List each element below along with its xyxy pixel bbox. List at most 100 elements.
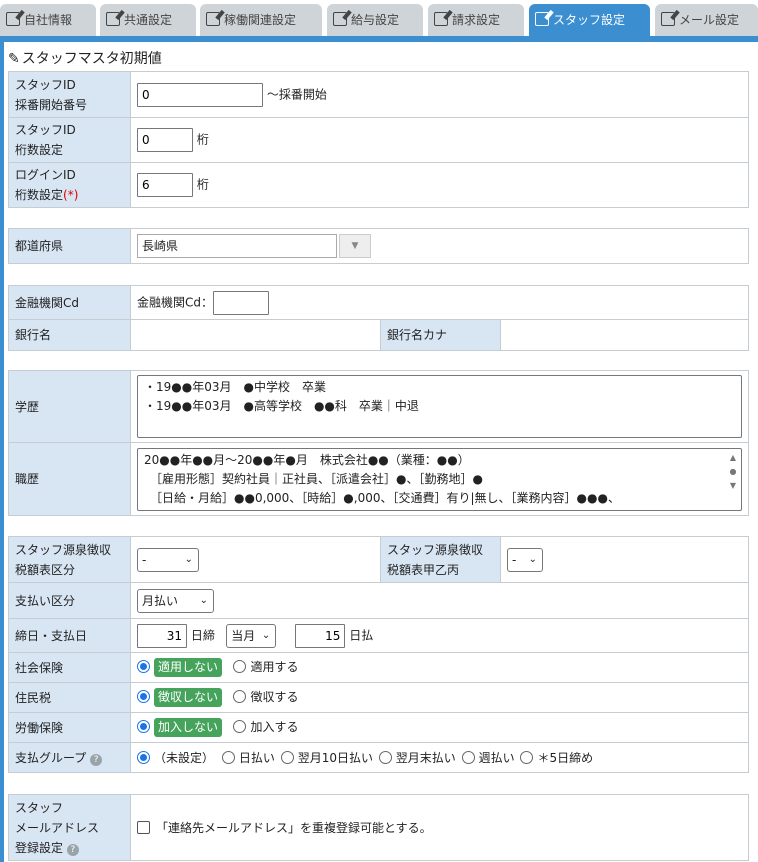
edit-icon (206, 12, 220, 26)
resident-tax-option-yes[interactable]: 徴収する (250, 690, 298, 704)
labor-insurance-option-no[interactable]: 加入しない (154, 718, 223, 737)
closing-day-input[interactable] (137, 623, 187, 648)
scroll-down-icon[interactable]: ▼ (727, 479, 739, 493)
scroll-up-icon[interactable]: ▲ (727, 451, 739, 465)
social-insurance-radio-yes[interactable] (233, 660, 247, 673)
tab-billing-settings[interactable]: 請求設定 (428, 4, 524, 36)
left-accent-bar (0, 36, 4, 862)
labor-insurance-label: 労働保険 (8, 712, 131, 743)
closing-label: 締日・支払日 (8, 618, 131, 653)
login-id-digits-suffix: 桁 (196, 177, 209, 192)
pay-group-radio[interactable] (378, 751, 392, 764)
education-label: 学歴 (8, 370, 131, 443)
edit-icon (661, 12, 675, 26)
history-table: 学歴 ・19●●年03月 ●中学校 卒業 ・19●●年03月 ●高等学校 ●●科 … (8, 370, 749, 516)
chevron-down-icon: ▼ (351, 241, 359, 251)
tax-table-select[interactable]: - ⌄ (507, 547, 543, 572)
social-insurance-label: 社会保険 (8, 652, 131, 683)
career-textarea[interactable]: 20●●年●●月～20●●年●月 株式会社●●（業種：●●） ［雇用形態］契約社… (137, 447, 742, 511)
login-id-digits-input[interactable] (137, 173, 193, 197)
resident-tax-radio-no[interactable] (137, 690, 150, 703)
staff-id-start-input[interactable] (137, 82, 263, 107)
staff-mail-label: スタッフ メールアドレス 登録設定 ? (8, 794, 131, 861)
social-insurance-option-no[interactable]: 適用しない (154, 658, 223, 677)
prefecture-dropdown-button[interactable]: ▼ (339, 234, 371, 258)
closing-day-suffix: 日締 (190, 628, 215, 642)
pay-group-option[interactable]: 翌月末払い (396, 751, 456, 765)
bank-table: 金融機関Cd 金融機関Cd： 銀行名 銀行名カナ (8, 285, 749, 351)
help-icon[interactable]: ? (90, 753, 103, 766)
prefecture-select[interactable]: 長崎県 (137, 234, 337, 258)
pay-group-radio[interactable] (520, 751, 534, 764)
chevron-down-icon: ⌄ (261, 629, 271, 641)
career-label: 職歴 (8, 442, 131, 516)
resident-tax-option-no[interactable]: 徴収しない (154, 688, 223, 707)
tab-mail-settings[interactable]: メール設定 (655, 4, 758, 36)
payment-day-input[interactable] (295, 623, 346, 648)
staff-id-start-label: スタッフID 採番開始番号 (8, 71, 131, 118)
tax-class-label: スタッフ源泉徴収 税額表区分 (8, 536, 131, 583)
edit-icon (106, 12, 120, 26)
labor-insurance-radio-no[interactable] (137, 720, 150, 733)
resident-tax-label: 住民税 (8, 682, 131, 713)
bank-kana-label: 銀行名カナ (380, 319, 501, 351)
staff-id-digits-label: スタッフID 桁数設定 (8, 117, 131, 163)
pay-group-option[interactable]: （未設定） (154, 751, 214, 765)
education-textarea[interactable]: ・19●●年03月 ●中学校 卒業 ・19●●年03月 ●高等学校 ●●科 卒業｜… (137, 375, 742, 438)
bank-kana-value (500, 319, 749, 351)
tab-operation-settings[interactable]: 稼働関連設定 (200, 4, 322, 36)
payment-type-select[interactable]: 月払い ⌄ (137, 588, 214, 613)
chevron-down-icon: ⌄ (199, 594, 208, 606)
pay-group-radio[interactable] (461, 751, 475, 764)
staff-id-digits-input[interactable] (137, 128, 193, 152)
staff-mail-table: スタッフ メールアドレス 登録設定 ? 「連絡先メールアドレス」を重複登録可能とする… (8, 794, 749, 861)
bank-code-label: 金融機関Cd (8, 285, 131, 320)
duplicate-email-checkbox[interactable] (137, 821, 150, 834)
payment-day-suffix: 日払 (349, 628, 374, 642)
scroll-thumb-icon[interactable]: ● (727, 465, 739, 479)
social-insurance-option-yes[interactable]: 適用する (250, 660, 298, 674)
bank-code-inline-label: 金融機関Cd： (137, 295, 213, 309)
pay-group-radio[interactable] (280, 751, 294, 764)
edit-icon (6, 12, 20, 26)
pay-group-radio[interactable] (137, 751, 150, 764)
social-insurance-radio-no[interactable] (137, 660, 150, 673)
pay-group-option[interactable]: 週払い (479, 751, 515, 765)
tax-class-select[interactable]: - ⌄ (137, 547, 199, 572)
tax-table-label: スタッフ源泉徴収 税額表甲乙丙 (380, 536, 501, 583)
resident-tax-radio-yes[interactable] (233, 690, 247, 703)
tab-salary-settings[interactable]: 給与設定 (327, 4, 423, 36)
payment-type-label: 支払い区分 (8, 582, 131, 619)
edit-icon (434, 12, 448, 26)
tab-staff-settings[interactable]: スタッフ設定 (529, 4, 650, 36)
pay-group-option[interactable]: ＊5日締め (537, 751, 593, 765)
duplicate-email-label[interactable]: 「連絡先メールアドレス」を重複登録可能とする。 (156, 821, 432, 835)
edit-icon (333, 12, 347, 26)
tab-company-info[interactable]: 自社情報 (0, 4, 96, 36)
bank-code-input[interactable] (213, 290, 269, 315)
login-id-digits-label: ログインID 桁数設定(*) (8, 162, 131, 208)
pay-group-radio[interactable] (221, 751, 235, 764)
prefecture-table: 都道府県 長崎県 ▼ (8, 228, 749, 264)
chevron-down-icon: ⌄ (528, 553, 537, 565)
bank-name-label: 銀行名 (8, 319, 131, 351)
career-scrollbar[interactable]: ▲ ● ▼ (727, 450, 739, 496)
tab-bar: 自社情報 共通設定 稼働関連設定 給与設定 請求設定 スタッフ設定 メール設定 (0, 0, 758, 36)
prefecture-label: 都道府県 (8, 228, 131, 264)
staff-id-digits-suffix: 桁 (196, 132, 209, 147)
pay-group-option[interactable]: 日払い (239, 751, 275, 765)
help-icon[interactable]: ? (66, 843, 79, 856)
section-title: ✎ スタッフマスタ初期値 (8, 51, 162, 67)
tab-common-settings[interactable]: 共通設定 (100, 4, 196, 36)
pencil-icon: ✎ (8, 51, 20, 67)
edit-icon (535, 12, 549, 26)
payment-month-select[interactable]: 当月 ⌄ (226, 623, 277, 648)
labor-insurance-radio-yes[interactable] (233, 720, 247, 733)
id-settings-table: スタッフID採番開始番号 ～採番開始 スタッフID桁数設定 桁 ログインID桁数… (8, 71, 749, 208)
bank-name-value (130, 319, 381, 351)
tab-underline (0, 36, 758, 42)
labor-insurance-option-yes[interactable]: 加入する (250, 720, 298, 734)
staff-id-start-suffix: ～採番開始 (266, 87, 327, 101)
tax-pay-table: スタッフ源泉徴収 税額表区分 - ⌄ スタッフ源泉徴収 税額表甲乙丙 - ⌄ 支払い区分… (8, 536, 749, 773)
pay-group-option[interactable]: 翌月10日払い (298, 751, 373, 765)
